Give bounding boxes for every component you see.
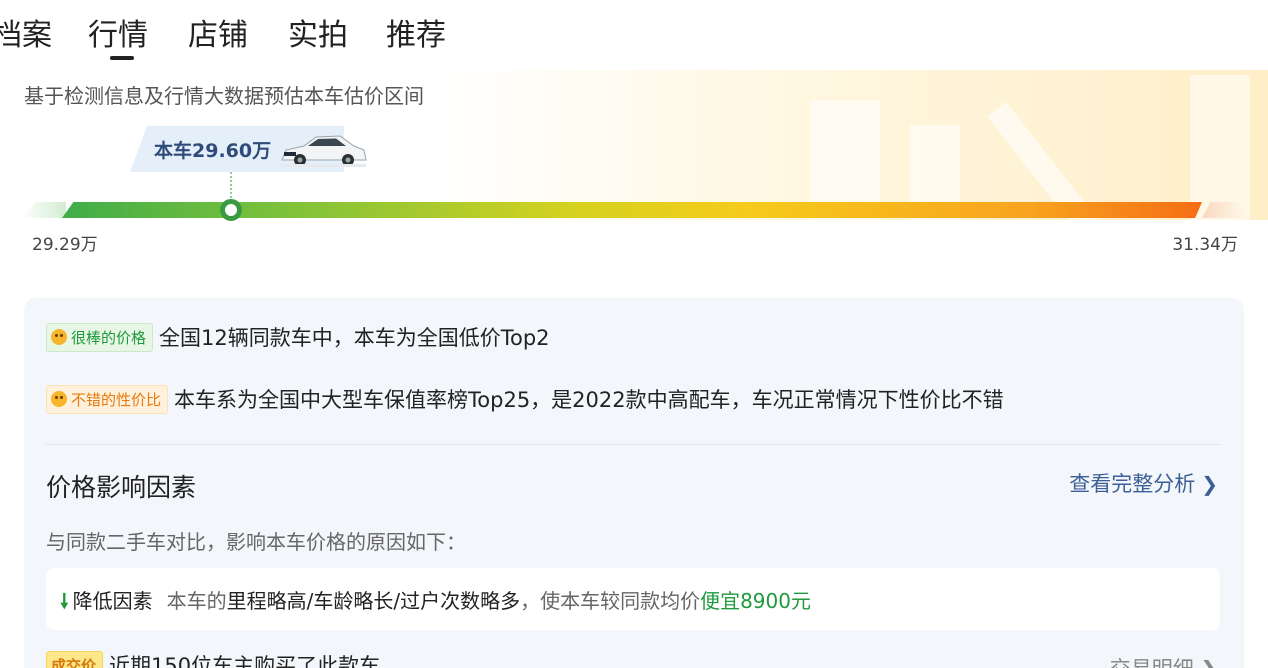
deal-details-link[interactable]: 交易明细 ❯ — [1110, 653, 1218, 668]
deals-row: 成交价 近期150位车主购买了此款车 — [46, 650, 380, 668]
active-tab-indicator — [110, 56, 134, 60]
price-factors-description: 与同款二手车对比，影响本车价格的原因如下： — [46, 530, 466, 554]
price-range-bar — [22, 202, 1244, 218]
highlight-row-price: 很棒的价格 全国12辆同款车中，本车为全国低价Top2 — [46, 322, 550, 352]
down-factor-box: 🠗 降低因素 本车的里程略高/车龄略长/过户次数略多，使本车较同款均价便宜8900元 — [46, 568, 1220, 630]
car-icon — [280, 135, 367, 167]
tab-bar: 档案 行情 店铺 实拍 推荐 — [0, 0, 600, 70]
range-max-label: 31.34万 — [1172, 235, 1238, 255]
great-price-badge: 很棒的价格 — [46, 322, 154, 352]
highlight-row-value: 不错的性价比 本车系为全国中大型车保值率榜Top25，是2022款中高配车，车况正… — [46, 384, 1004, 414]
good-value-badge: 不错的性价比 — [46, 384, 169, 414]
divider — [46, 444, 1220, 445]
header-background-decoration — [430, 70, 1268, 259]
price-factors-title: 价格影响因素 — [46, 473, 197, 502]
tab-recommend[interactable]: 推荐 — [386, 16, 446, 56]
down-factor-reasons: 里程略高/车龄略长/过户次数略多 — [226, 589, 521, 613]
this-car-price-marker — [220, 199, 242, 221]
down-factor-label: 降低因素 — [72, 589, 153, 613]
tab-store[interactable]: 店铺 — [188, 16, 248, 56]
tab-archive[interactable]: 档案 — [0, 16, 52, 56]
down-factor-middle: ，使本车较同款均价 — [520, 589, 701, 613]
down-factor-prefix: 本车的 — [166, 589, 227, 613]
highlight-text: 全国12辆同款车中，本车为全国低价Top2 — [159, 326, 550, 350]
this-car-price: 本车29.60万 — [154, 140, 272, 162]
down-factor-result: 便宜8900元 — [700, 589, 811, 613]
analysis-card: 很棒的价格 全国12辆同款车中，本车为全国低价Top2 不错的性价比 本车系为全国中… — [24, 298, 1244, 668]
deals-text: 近期150位车主购买了此款车 — [109, 654, 381, 668]
tab-photos[interactable]: 实拍 — [288, 16, 348, 56]
view-full-analysis-link[interactable]: 查看完整分析 ❯ — [1069, 468, 1218, 498]
highlight-text: 本车系为全国中大型车保值率榜Top25，是2022款中高配车，车况正常情况下性价… — [174, 388, 1004, 412]
deal-price-badge: 成交价 — [46, 650, 104, 668]
range-min-label: 29.29万 — [32, 235, 98, 255]
happy-face-icon — [51, 328, 67, 345]
down-arrow-icon: 🠗 — [60, 589, 69, 613]
chevron-right-icon: ❯ — [1201, 472, 1218, 496]
valuation-subtitle: 基于检测信息及行情大数据预估本车估价区间 — [24, 84, 424, 108]
this-car-price-tag: 本车29.60万 — [130, 126, 367, 172]
price-pointer-line — [230, 172, 232, 202]
tab-market[interactable]: 行情 — [88, 16, 148, 56]
smile-face-icon — [51, 390, 67, 407]
